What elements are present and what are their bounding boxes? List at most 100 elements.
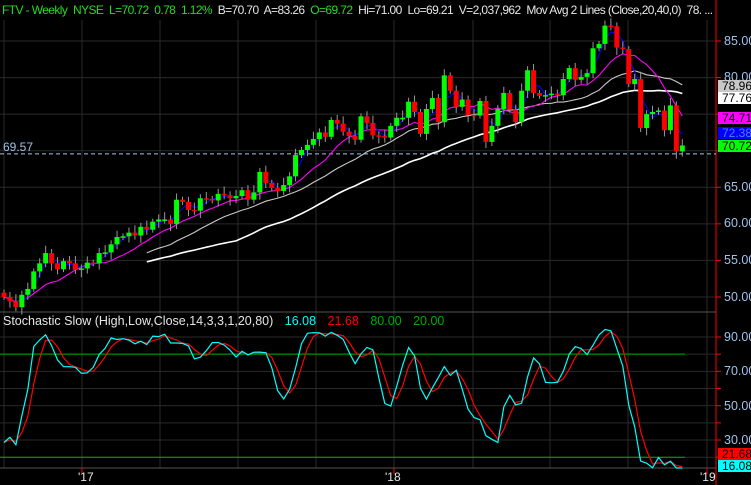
candle-up — [400, 117, 406, 120]
candle-down — [531, 70, 537, 93]
candle-up — [251, 192, 257, 200]
candle-down — [453, 90, 459, 107]
candle-up — [388, 125, 394, 138]
candle-up — [542, 95, 548, 97]
candle-down — [638, 79, 644, 129]
candle-down — [275, 188, 281, 191]
candle-down — [245, 190, 251, 200]
candle-up — [293, 155, 299, 177]
candle-down — [418, 111, 423, 134]
stoch-k-badge: 16.08 — [718, 460, 751, 472]
candle-down — [661, 110, 667, 131]
candle-down — [537, 92, 542, 96]
candle-up — [78, 268, 84, 270]
open-value: O=69.72 — [310, 3, 353, 17]
candle-up — [596, 43, 602, 49]
candle-up — [489, 125, 495, 142]
candle-down — [554, 93, 560, 96]
candle-down — [447, 75, 453, 91]
price-tick-label: 60.00 — [724, 216, 751, 230]
x-tick-label: '17 — [78, 470, 94, 484]
candle-up — [560, 79, 566, 96]
candle-up — [667, 105, 673, 131]
volume-value: V=2,037,962 — [458, 3, 521, 17]
candle-down — [72, 263, 78, 270]
candle-down — [382, 136, 388, 138]
change-value: 0.78 — [154, 3, 176, 17]
price-tick-label: 50.00 — [724, 290, 751, 304]
candle-up — [281, 185, 287, 191]
moving-average-mid-line — [3, 53, 683, 303]
candle-up — [84, 262, 90, 269]
candle-down — [626, 49, 632, 85]
candle-up — [632, 79, 638, 85]
candle-down — [1, 292, 7, 297]
candle-up — [25, 288, 31, 295]
candle-down — [180, 199, 185, 202]
stochastic-title: Stochastic Slow (High,Low,Close,14,3,3,1… — [3, 314, 274, 328]
candle-up — [215, 193, 221, 201]
candle-down — [614, 26, 620, 48]
symbol-label: FTV - Weekly — [2, 3, 68, 17]
stock-chart[interactable] — [0, 0, 751, 485]
candle-up — [316, 132, 322, 140]
stoch-d-line — [3, 330, 683, 468]
candle-up — [644, 114, 650, 129]
candle-down — [221, 193, 227, 196]
stoch-tick-label: 90.00 — [724, 330, 751, 344]
candle-down — [352, 136, 358, 140]
candle-down — [507, 92, 513, 110]
candle-up — [501, 92, 507, 110]
candle-down — [620, 47, 626, 50]
reference-line-label: 69.57 — [3, 140, 34, 154]
candle-down — [370, 122, 376, 136]
candle-up — [679, 145, 685, 152]
candle-down — [465, 99, 471, 115]
ma-magenta-badge: 74.71 — [718, 112, 751, 124]
candle-down — [227, 195, 233, 199]
last-price-badge: 70.72 — [718, 140, 751, 152]
candle-down — [168, 219, 174, 224]
stochastic-d-value: 21.68 — [327, 314, 359, 328]
candle-up — [406, 101, 412, 118]
candle-up — [477, 100, 483, 116]
ma-blue-badge: 72.38 — [718, 127, 751, 139]
candle-down — [263, 171, 269, 183]
candle-up — [548, 93, 554, 96]
candle-up — [43, 253, 49, 264]
candle-up — [150, 221, 156, 230]
candle-down — [412, 101, 418, 112]
stochastic-k-value: 16.08 — [284, 314, 317, 328]
candle-down — [364, 116, 370, 123]
candle-up — [429, 98, 435, 110]
candle-up — [495, 109, 501, 126]
high-value: Hi=71.00 — [358, 3, 402, 17]
candle-up — [31, 271, 37, 289]
candle-up — [233, 196, 239, 199]
candle-down — [185, 201, 191, 210]
candle-down — [55, 263, 61, 270]
exchange-label: NYSE — [73, 3, 104, 17]
stochastic-header: Stochastic Slow (High,Low,Close,14,3,3,1… — [3, 314, 452, 328]
study-value: 78. ... — [686, 3, 713, 17]
candle-up — [108, 244, 114, 253]
candle-up — [299, 149, 304, 156]
quote-header: FTV - Weekly NYSE L=70.72 0.78 1.12% B=7… — [2, 3, 715, 17]
candle-up — [120, 236, 126, 238]
candle-down — [673, 105, 679, 152]
candle-up — [423, 109, 429, 134]
candle-up — [650, 111, 656, 115]
candle-down — [132, 232, 138, 236]
study-label: Mov Avg 2 Lines (Close,20,40,0) — [526, 3, 681, 17]
candle-up — [602, 25, 608, 44]
candle-down — [572, 68, 578, 80]
candle-up — [441, 75, 447, 123]
candle-up — [394, 117, 400, 126]
candle-down — [144, 226, 150, 230]
candle-up — [257, 171, 263, 193]
candle-up — [578, 76, 584, 80]
candle-down — [66, 261, 72, 264]
x-tick-label: '19 — [700, 470, 716, 484]
candle-up — [656, 110, 661, 112]
candle-up — [37, 263, 43, 272]
